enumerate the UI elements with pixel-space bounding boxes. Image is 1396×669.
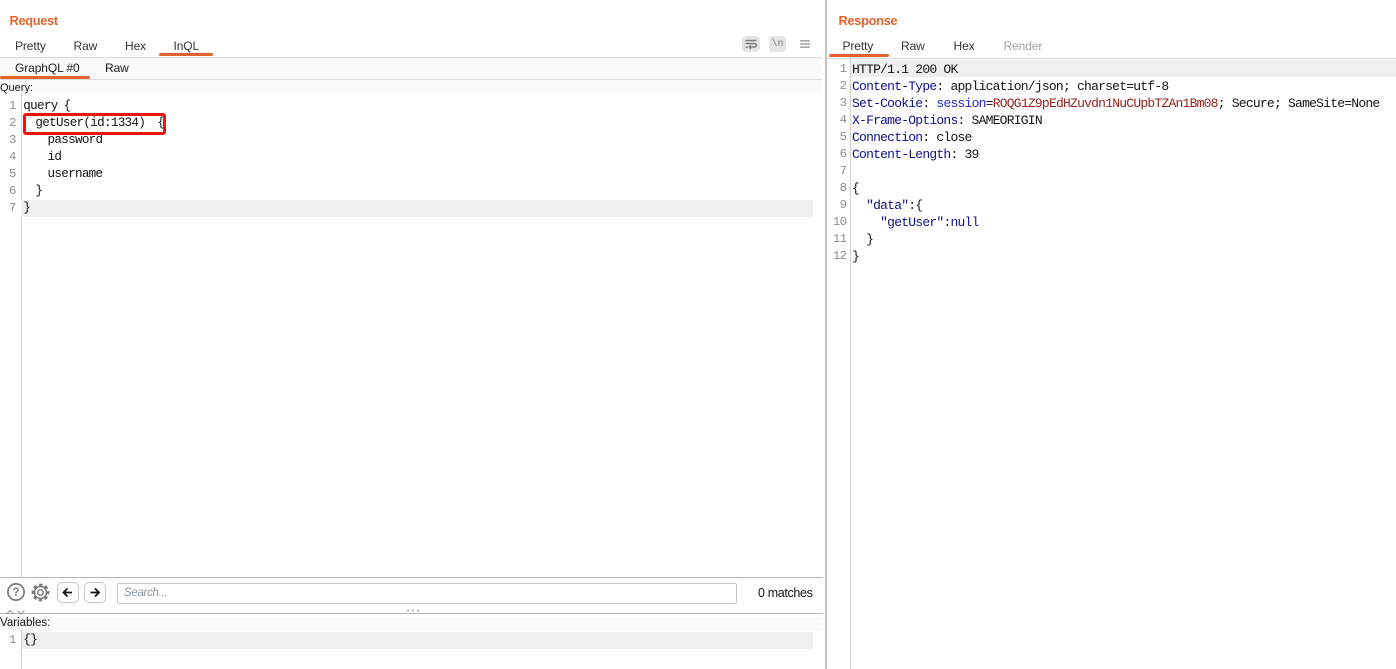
svg-text:?: ? <box>12 588 19 600</box>
